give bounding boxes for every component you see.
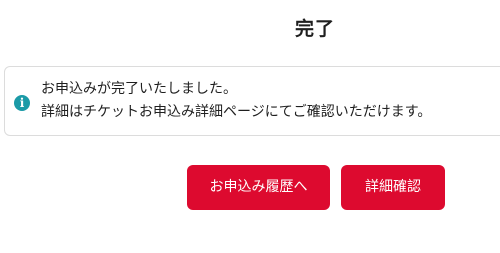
notice-message: お申込みが完了いたしました。 詳細はチケットお申込み詳細ページにてご確認いただけ… (41, 78, 431, 124)
info-notice: i お申込みが完了いたしました。 詳細はチケットお申込み詳細ページにてご確認いた… (4, 66, 500, 136)
notice-line-1: お申込みが完了いたしました。 (41, 81, 237, 97)
notice-line-2: 詳細はチケットお申込み詳細ページにてご確認いただけます。 (41, 104, 432, 120)
info-icon: i (14, 95, 30, 111)
detail-confirm-button[interactable]: 詳細確認 (341, 165, 445, 210)
application-history-button[interactable]: お申込み履歴へ (187, 165, 330, 210)
page-title: 完了 (294, 18, 335, 40)
completion-page: 完了 i お申込みが完了いたしました。 詳細はチケットお申込み詳細ページにてご確… (0, 0, 500, 253)
